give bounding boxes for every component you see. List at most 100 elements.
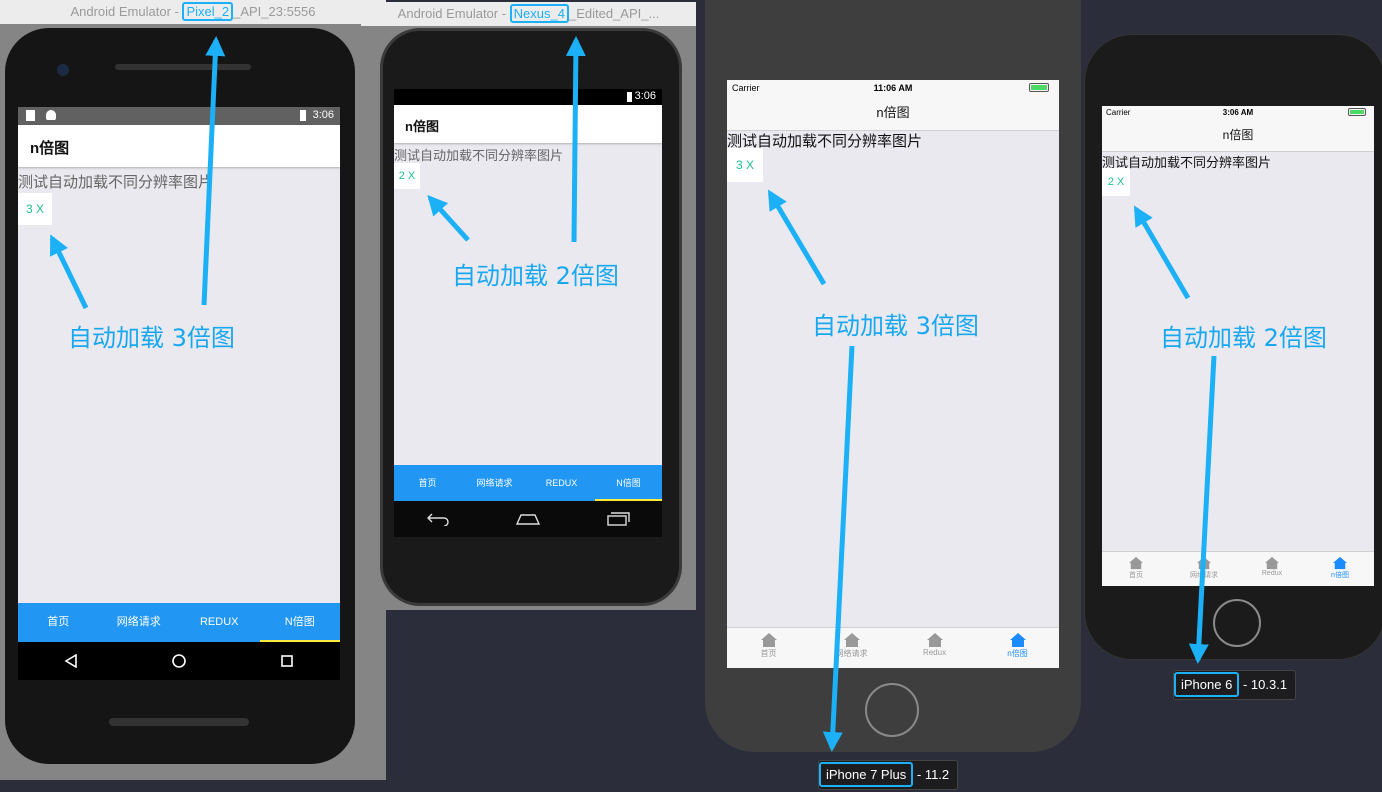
home-tab-icon [1197,556,1211,570]
status-bar: Carrier 11:06 AM [727,80,1059,96]
home-tab-icon [926,633,943,647]
tab-label: Redux [1261,570,1283,577]
tab-home[interactable]: 首页 [18,603,99,642]
android-nav-bar [394,501,662,537]
home-tab-icon [1333,556,1347,570]
status-time: 3:06 AM [1222,108,1254,117]
home-button[interactable] [1213,599,1261,647]
os-version: 10.3.1 [1250,677,1288,692]
separator: - [916,767,925,782]
toolbar-title: n倍图 [405,119,439,134]
home-icon[interactable] [171,653,187,669]
battery-icon [300,110,306,121]
nav-bar: n倍图 [1102,120,1374,152]
home-tab-icon [1265,556,1279,570]
recents-icon[interactable] [606,512,630,526]
iphone7plus-screen: Carrier 11:06 AM n倍图 测试自动加载不同分辨率图片 3 X 首… [727,80,1059,668]
battery-icon [1029,83,1049,92]
toolbar-title: n倍图 [30,140,70,157]
toolbar: n倍图 [18,125,340,167]
iphone6-caption: 自动加载 2倍图 [1160,324,1327,352]
tab-redux[interactable]: REDUX [528,465,595,501]
nexus4-screen: 3:06 n倍图 测试自动加载不同分辨率图片 2 X 首页 网络请求 REDUX… [394,89,662,501]
bottom-tab-bar: 首页 网络请求 REDUX N倍图 [18,603,340,642]
status-bar: 3:06 [18,107,340,125]
back-icon[interactable] [426,512,450,526]
title-suffix: _API_23:5556 [233,4,316,19]
device-name-highlight: iPhone 7 Plus [819,762,914,787]
status-bar: 3:06 [394,89,662,105]
os-version: 11.2 [924,767,950,782]
tab-redux[interactable]: REDUX [179,603,260,642]
status-time: 3:06 [634,90,656,102]
pixel2-emulator-window: Android Emulator - Pixel_2 _API_23:5556 3… [0,0,386,780]
pixel2-screen: 3:06 n倍图 测试自动加载不同分辨率图片 3 X 首页 网络请求 REDUX… [18,107,340,642]
home-tab-icon [760,633,777,647]
bottom-tab-bar: 首页 网络请求 Redux n倍图 [727,627,1059,668]
tab-label: n倍图 [1331,572,1349,579]
battery-icon [1348,108,1366,116]
recents-icon[interactable] [280,654,294,668]
tab-label: Redux [922,648,947,657]
home-tab-icon [1129,556,1143,570]
iphone7plus-device-label: iPhone 7 Plus - 11.2 [818,760,959,790]
sd-card-icon [26,110,35,121]
tab-label: n倍图 [1007,649,1028,658]
tab-home[interactable]: 首页 [727,628,810,668]
resolution-badge: 3 X [18,193,52,225]
body-text: 测试自动加载不同分辨率图片 [18,173,214,191]
tab-redux[interactable]: Redux [1238,552,1306,586]
back-icon[interactable] [64,654,78,668]
home-button[interactable] [865,683,919,737]
status-time: 11:06 AM [873,83,913,93]
iphone7plus-caption: 自动加载 3倍图 [812,312,979,340]
resolution-badge: 3 X [727,148,763,182]
nav-title: n倍图 [1222,128,1254,142]
iphone6-device-label: iPhone 6 - 10.3.1 [1173,670,1297,700]
speaker-grille [115,64,251,70]
pixel2-device-frame: 3:06 n倍图 测试自动加载不同分辨率图片 3 X 首页 网络请求 REDUX… [5,28,355,764]
nexus4-device-frame: 3:06 n倍图 测试自动加载不同分辨率图片 2 X 首页 网络请求 REDUX… [380,28,682,606]
tab-network-request[interactable]: 网络请求 [810,628,893,668]
tab-label: 首页 [1129,572,1143,579]
nexus4-window-title: Android Emulator - Nexus_4 _Edited_API_..… [361,2,696,26]
body-text: 测试自动加载不同分辨率图片 [394,149,564,164]
tab-n-scale-image[interactable]: N倍图 [595,465,662,501]
front-camera-icon [57,64,69,76]
nav-title: n倍图 [876,105,910,120]
tab-label: 网络请求 [835,649,868,658]
tab-label: 网络请求 [1190,572,1218,579]
tab-home[interactable]: 首页 [394,465,461,501]
tab-n-scale-image[interactable]: n倍图 [1306,552,1374,586]
device-name-highlight: Pixel_2 [182,2,234,21]
tab-home[interactable]: 首页 [1102,552,1170,586]
android-icon [46,110,56,120]
tab-network-request[interactable]: 网络请求 [1170,552,1238,586]
bottom-tab-bar: 首页 网络请求 REDUX N倍图 [394,465,662,501]
resolution-badge: 2 X [1102,168,1130,196]
title-prefix: Android Emulator - [397,6,510,21]
home-tab-icon [1009,633,1026,647]
bottom-speaker [109,718,249,726]
home-tab-icon [843,633,860,647]
tab-network-request[interactable]: 网络请求 [99,603,180,642]
title-suffix: _Edited_API_... [568,6,660,21]
device-name-highlight: iPhone 6 [1174,672,1240,697]
nav-bar: n倍图 [727,96,1059,131]
tab-n-scale-image[interactable]: N倍图 [259,603,341,642]
android-nav-bar [18,642,340,680]
status-bar: Carrier 3:06 AM [1102,106,1374,120]
iphone7plus-device-frame: Carrier 11:06 AM n倍图 测试自动加载不同分辨率图片 3 X 首… [705,0,1081,752]
tab-redux[interactable]: Redux [893,628,976,668]
battery-icon [627,92,632,102]
nexus4-emulator-window: Android Emulator - Nexus_4 _Edited_API_..… [361,2,696,610]
tab-n-scale-image[interactable]: n倍图 [976,628,1059,668]
separator: - [1242,677,1251,692]
tab-network-request[interactable]: 网络请求 [461,465,528,501]
pixel2-caption: 自动加载 3倍图 [68,324,235,352]
home-icon[interactable] [515,513,541,525]
nexus4-caption: 自动加载 2倍图 [452,262,619,290]
toolbar: n倍图 [394,105,662,143]
tab-label: 首页 [760,649,777,658]
device-name-highlight: Nexus_4 [509,4,569,23]
